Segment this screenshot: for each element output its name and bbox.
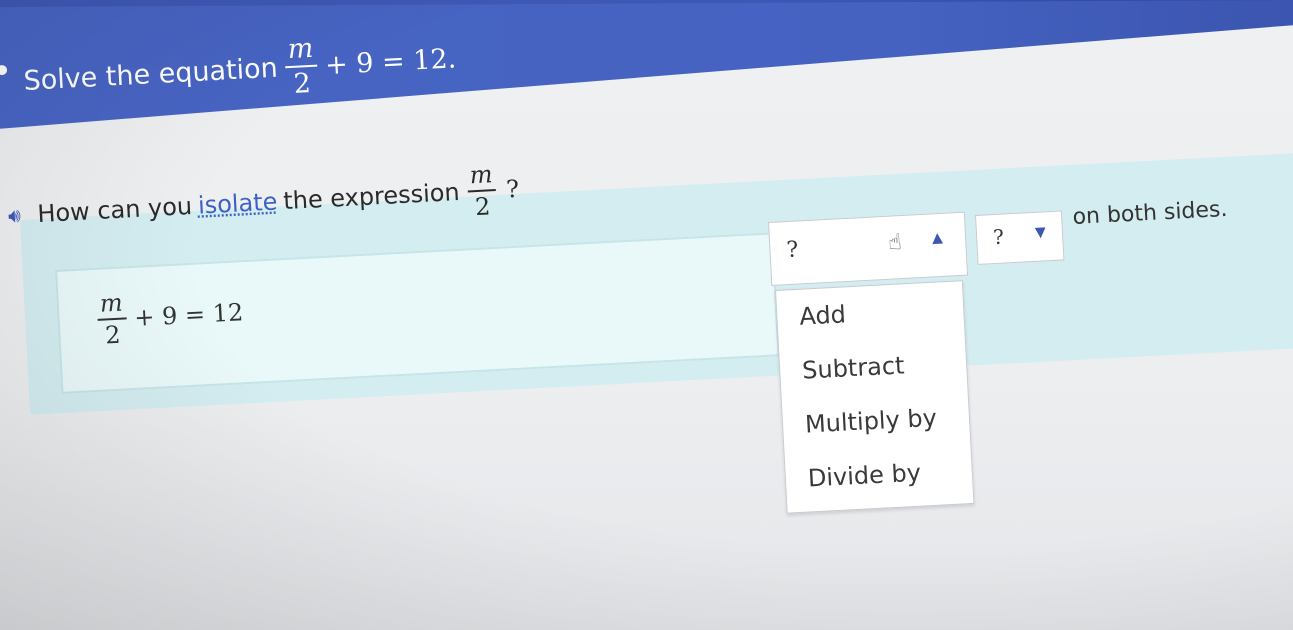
work-rest: + 9 = 12 xyxy=(133,298,244,332)
fraction-denominator: 2 xyxy=(474,192,492,222)
caret-up-icon[interactable]: ▲ xyxy=(932,230,944,247)
menu-item-divide[interactable]: Divide by xyxy=(785,443,974,507)
menu-item-add[interactable]: Add xyxy=(776,281,965,345)
fraction-numerator: m xyxy=(468,160,494,190)
question-before: How can you xyxy=(36,191,193,229)
operation-dropdown[interactable]: ? ☝ ▲ xyxy=(768,211,969,286)
question-after: the expression xyxy=(282,177,461,216)
fraction-numerator: m xyxy=(286,32,315,66)
operation-menu: Add Subtract Multiply by Divide by xyxy=(775,280,975,514)
menu-item-multiply[interactable]: Multiply by xyxy=(782,389,971,453)
prompt-prefix: Solve the equation xyxy=(22,52,279,97)
fraction-denominator: 2 xyxy=(292,67,312,100)
value-selected: ? xyxy=(992,224,1005,250)
operation-selected: ? xyxy=(785,237,799,264)
isolate-link[interactable]: isolate xyxy=(197,188,278,220)
speaker-icon[interactable]: 🔊︎ xyxy=(1,202,28,229)
fraction-numerator: m xyxy=(99,288,124,318)
caret-down-icon[interactable]: ▼ xyxy=(1035,224,1047,241)
prompt-fraction: m 2 xyxy=(284,32,319,100)
fraction-denominator: 2 xyxy=(104,320,122,350)
value-dropdown[interactable]: ? ▼ xyxy=(975,210,1065,265)
work-equation: m 2 + 9 = 12 xyxy=(88,284,244,350)
menu-item-subtract[interactable]: Subtract xyxy=(779,335,968,399)
work-fraction: m 2 xyxy=(96,288,128,350)
prompt-rest: + 9 = 12. xyxy=(324,42,457,81)
question-fraction: m 2 xyxy=(466,160,498,222)
hand-pointer-icon: ☝ xyxy=(887,230,903,256)
screen: Solve the equation m 2 + 9 = 12. 🔊︎ How … xyxy=(0,0,1293,630)
question-mark: ? xyxy=(505,174,520,204)
